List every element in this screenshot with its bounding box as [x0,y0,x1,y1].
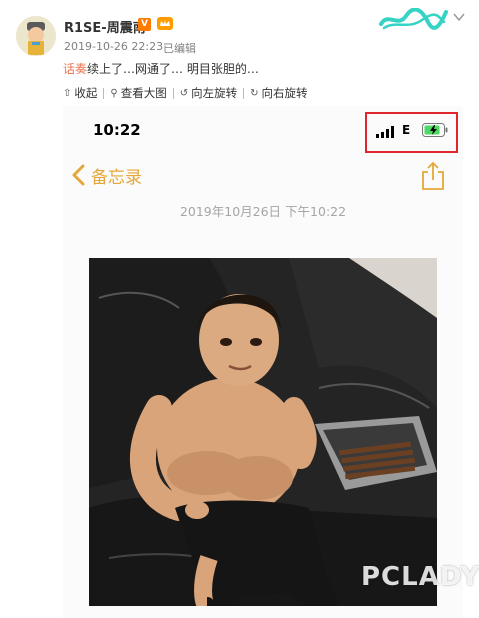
rotate-left-button[interactable]: ↺ 向左旋转 [180,85,237,101]
view-large-button[interactable]: ⚲ 查看大图 [110,85,166,101]
post-text-body: 续上了…网通了… 明目张胆的… [87,62,259,76]
collapse-label: 收起 [74,86,98,100]
brand-logo-icon [379,8,448,30]
post-text: 话奏续上了…网通了… 明目张胆的… [63,60,259,77]
avatar[interactable] [16,16,56,56]
signal-icon [376,126,394,138]
verified-badge: V [138,18,151,31]
view-large-label: 查看大图 [120,86,167,100]
username[interactable]: R1SE-周震南 [64,17,146,36]
note-date: 2019年10月26日 下午10:22 [179,204,347,219]
battery-icon [422,123,448,137]
status-time: 10:22 [93,121,141,139]
share-icon[interactable] [420,161,446,191]
back-button[interactable]: 备忘录 [71,162,142,188]
back-label: 备忘录 [91,167,142,188]
watermark: PCLADY [361,562,479,592]
divider [103,87,105,99]
rotate-right-button[interactable]: ↻ 向右旋转 [250,85,307,101]
collapse-icon: ⇧ [63,87,72,99]
post-timestamp[interactable]: 2019-10-26 22:23 [64,40,163,53]
rotate-left-label: 向左旋转 [191,86,238,100]
photo[interactable] [89,258,437,606]
post-header: R1SE-周震南 V 2019-10-26 22:23 已编辑 话奏续上了…网通… [0,0,479,82]
divider [172,87,174,99]
image-toolbar: ⇧ 收起 ⚲ 查看大图 ↺ 向左旋转 ↻ 向右旋转 [63,83,308,103]
crown-icon [157,17,173,30]
topic-link[interactable]: 话奏 [63,62,87,76]
rotate-left-icon: ↺ [179,87,189,99]
chevron-down-icon[interactable] [453,12,465,22]
photo-image [89,258,437,606]
network-type: E [402,123,411,137]
edited-label: 已编辑 [163,42,196,55]
collapse-button[interactable]: ⇧ 收起 [63,85,97,101]
rotate-right-icon: ↻ [250,87,259,99]
phone-screenshot[interactable]: 10:22 E 备忘录 2019年10月26日 下午10:22 [63,106,463,618]
rotate-right-label: 向右旋转 [261,86,308,100]
search-icon: ⚲ [110,87,118,99]
chevron-left-icon [72,164,85,186]
divider [243,87,245,99]
